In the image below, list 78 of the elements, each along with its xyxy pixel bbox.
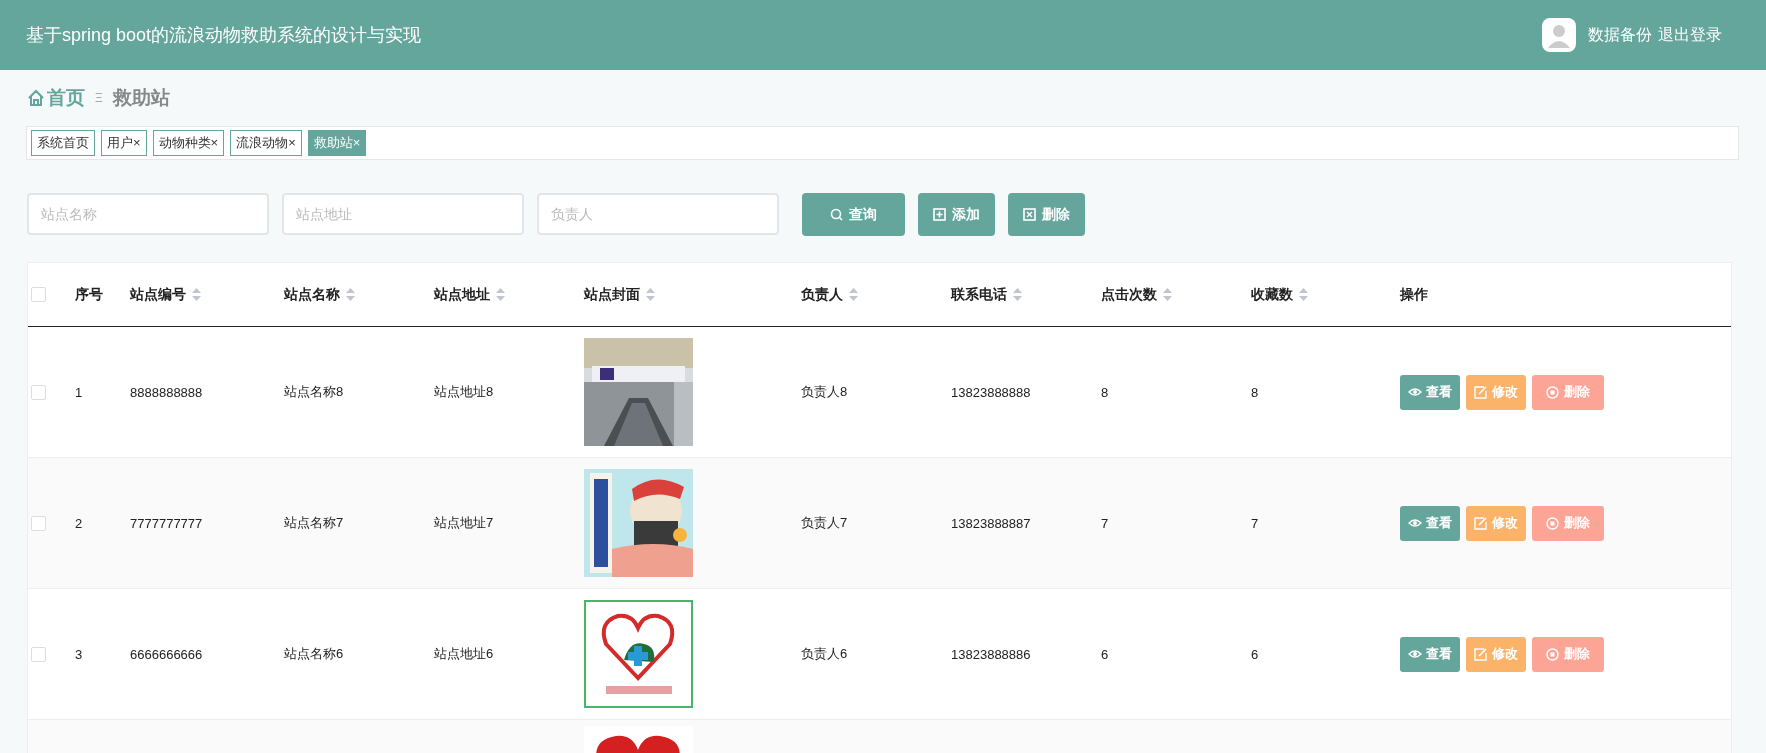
x-square-icon: [1023, 208, 1036, 221]
eye-icon: [1408, 647, 1422, 661]
delete-button[interactable]: 删除: [1008, 193, 1085, 236]
table-cell: 负责人7: [801, 515, 848, 530]
table-cell: 站点地址6: [434, 646, 494, 661]
table-cell: 13823888886: [951, 646, 1031, 662]
select-all-checkbox[interactable]: [31, 287, 46, 302]
breadcrumb-separator: Ξ: [95, 91, 103, 105]
stop-circle-icon: [1546, 516, 1560, 530]
column-header[interactable]: 站点封面: [584, 285, 640, 304]
header-link[interactable]: 退出登录: [1658, 24, 1722, 46]
table-cell: 1: [75, 384, 83, 400]
delete-button[interactable]: 删除: [1532, 636, 1604, 672]
column-header[interactable]: 负责人: [801, 285, 843, 304]
view-button[interactable]: 查看: [1400, 505, 1460, 541]
app-title: 基于spring boot的流浪动物救助系统的设计与实现: [26, 24, 422, 47]
breadcrumb-home[interactable]: 首页: [27, 85, 85, 111]
search-field[interactable]: 站点名称: [27, 193, 269, 235]
table-cell: 站点地址7: [434, 515, 494, 530]
edit-button[interactable]: 修改: [1466, 636, 1526, 672]
plus-square-icon: [933, 208, 946, 221]
search-field[interactable]: 负责人: [537, 193, 779, 235]
stop-circle-icon: [1546, 385, 1560, 399]
breadcrumb-current: 救助站: [112, 86, 170, 110]
table-cell: 13823888888: [951, 384, 1031, 400]
table-cell: 3: [75, 646, 83, 662]
tab[interactable]: 救助站×: [307, 130, 367, 156]
search-button[interactable]: 查询: [802, 193, 905, 236]
stop-circle-icon: [1546, 647, 1560, 661]
table-cell: 6: [1251, 646, 1259, 662]
table-cell: 6: [1101, 646, 1109, 662]
table-cell: 2: [75, 515, 83, 531]
tab[interactable]: 系统首页: [31, 130, 95, 156]
table-cell: 站点名称6: [284, 646, 344, 661]
view-button[interactable]: 查看: [1400, 636, 1460, 672]
row-checkbox[interactable]: [31, 646, 46, 662]
delete-button[interactable]: 删除: [1532, 505, 1604, 541]
delete-button[interactable]: 删除: [1532, 374, 1604, 410]
edit-icon: [1474, 516, 1488, 530]
table-cell: 站点名称7: [284, 515, 344, 530]
column-header: 序号: [75, 285, 103, 304]
edit-button[interactable]: 修改: [1466, 505, 1526, 541]
eye-icon: [1408, 385, 1422, 399]
table-cell: 负责人6: [801, 646, 848, 661]
tab[interactable]: 动物种类×: [152, 130, 225, 156]
table-cell: 7: [1251, 515, 1259, 531]
add-button[interactable]: 添加: [918, 193, 995, 236]
eye-icon: [1408, 516, 1422, 530]
search-icon: [830, 208, 843, 221]
header-link[interactable]: 数据备份: [1588, 24, 1652, 46]
edit-icon: [1474, 385, 1488, 399]
column-header[interactable]: 站点名称: [284, 285, 340, 304]
tab[interactable]: 流浪动物×: [230, 130, 302, 156]
table-cell: 负责人8: [801, 384, 848, 399]
table-cell: 8888888888: [130, 384, 203, 400]
view-button[interactable]: 查看: [1400, 374, 1460, 410]
table-cell: 8: [1101, 384, 1109, 400]
table-cell: 13823888887: [951, 515, 1031, 531]
table-cell: 7: [1101, 515, 1109, 531]
column-header[interactable]: 收藏数: [1251, 285, 1293, 304]
avatar[interactable]: [1542, 18, 1576, 52]
column-header: 操作: [1400, 285, 1428, 304]
row-checkbox[interactable]: [31, 384, 46, 400]
column-header[interactable]: 站点编号: [130, 285, 186, 304]
edit-icon: [1474, 647, 1488, 661]
table-cell: 站点地址8: [434, 384, 494, 399]
search-field[interactable]: 站点地址: [282, 193, 524, 235]
table-cell: 站点名称8: [284, 384, 344, 399]
table-cell: 7777777777: [130, 515, 203, 531]
column-header[interactable]: 联系电话: [951, 285, 1007, 304]
home-icon: [27, 89, 45, 107]
table-cell: 8: [1251, 384, 1259, 400]
tab[interactable]: 用户×: [101, 130, 147, 156]
column-header[interactable]: 点击次数: [1101, 285, 1157, 304]
edit-button[interactable]: 修改: [1466, 374, 1526, 410]
row-checkbox[interactable]: [31, 515, 46, 531]
table-cell: 6666666666: [130, 646, 203, 662]
column-header[interactable]: 站点地址: [434, 285, 490, 304]
